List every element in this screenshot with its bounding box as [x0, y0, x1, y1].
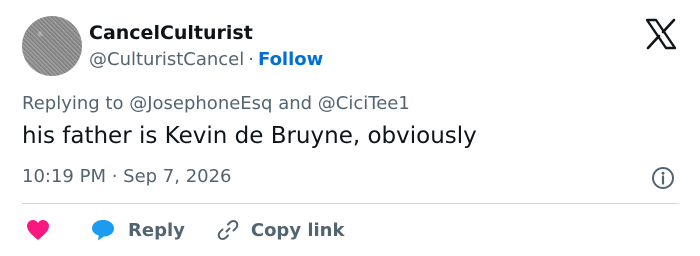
follow-button[interactable]: Follow: [258, 49, 323, 70]
copy-link-button[interactable]: Copy link: [185, 219, 345, 241]
speech-bubble-icon: [92, 220, 114, 241]
author-display-name[interactable]: CancelCulturist: [89, 22, 253, 44]
tweet-text: his father is Kevin de Bruyne, obviously: [22, 123, 477, 149]
author-handle-row: @CulturistCancel · Follow: [89, 49, 323, 70]
divider: [22, 203, 679, 204]
info-icon[interactable]: [651, 166, 675, 190]
reply-label: Reply: [128, 219, 185, 241]
reply-context: Replying to @JosephoneEsq and @CiciTee1: [22, 93, 410, 114]
reply-button[interactable]: Reply: [50, 218, 185, 242]
separator-dot: ·: [248, 49, 254, 70]
author-handle[interactable]: @CulturistCancel: [89, 49, 244, 70]
tweet-timestamp[interactable]: 10:19 PM · Sep 7, 2026: [22, 166, 232, 187]
copy-link-label: Copy link: [250, 219, 345, 241]
author-avatar[interactable]: [22, 16, 82, 76]
like-button[interactable]: [26, 219, 50, 241]
x-logo-icon[interactable]: [644, 18, 678, 50]
link-icon: [217, 220, 239, 240]
heart-icon: [27, 220, 49, 240]
action-bar: Reply Copy link: [26, 216, 344, 244]
